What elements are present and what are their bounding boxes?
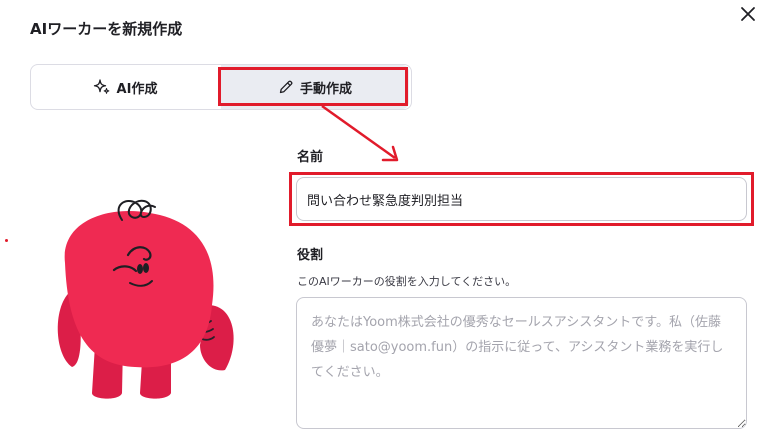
highlight-name-input bbox=[289, 172, 754, 226]
role-textarea[interactable] bbox=[296, 297, 747, 429]
role-description: このAIワーカーの役割を入力してください。 bbox=[297, 275, 517, 288]
role-label: 役割 bbox=[297, 248, 324, 263]
name-label: 名前 bbox=[297, 150, 324, 165]
mascot-illustration bbox=[57, 199, 234, 399]
stray-dot bbox=[5, 239, 8, 242]
